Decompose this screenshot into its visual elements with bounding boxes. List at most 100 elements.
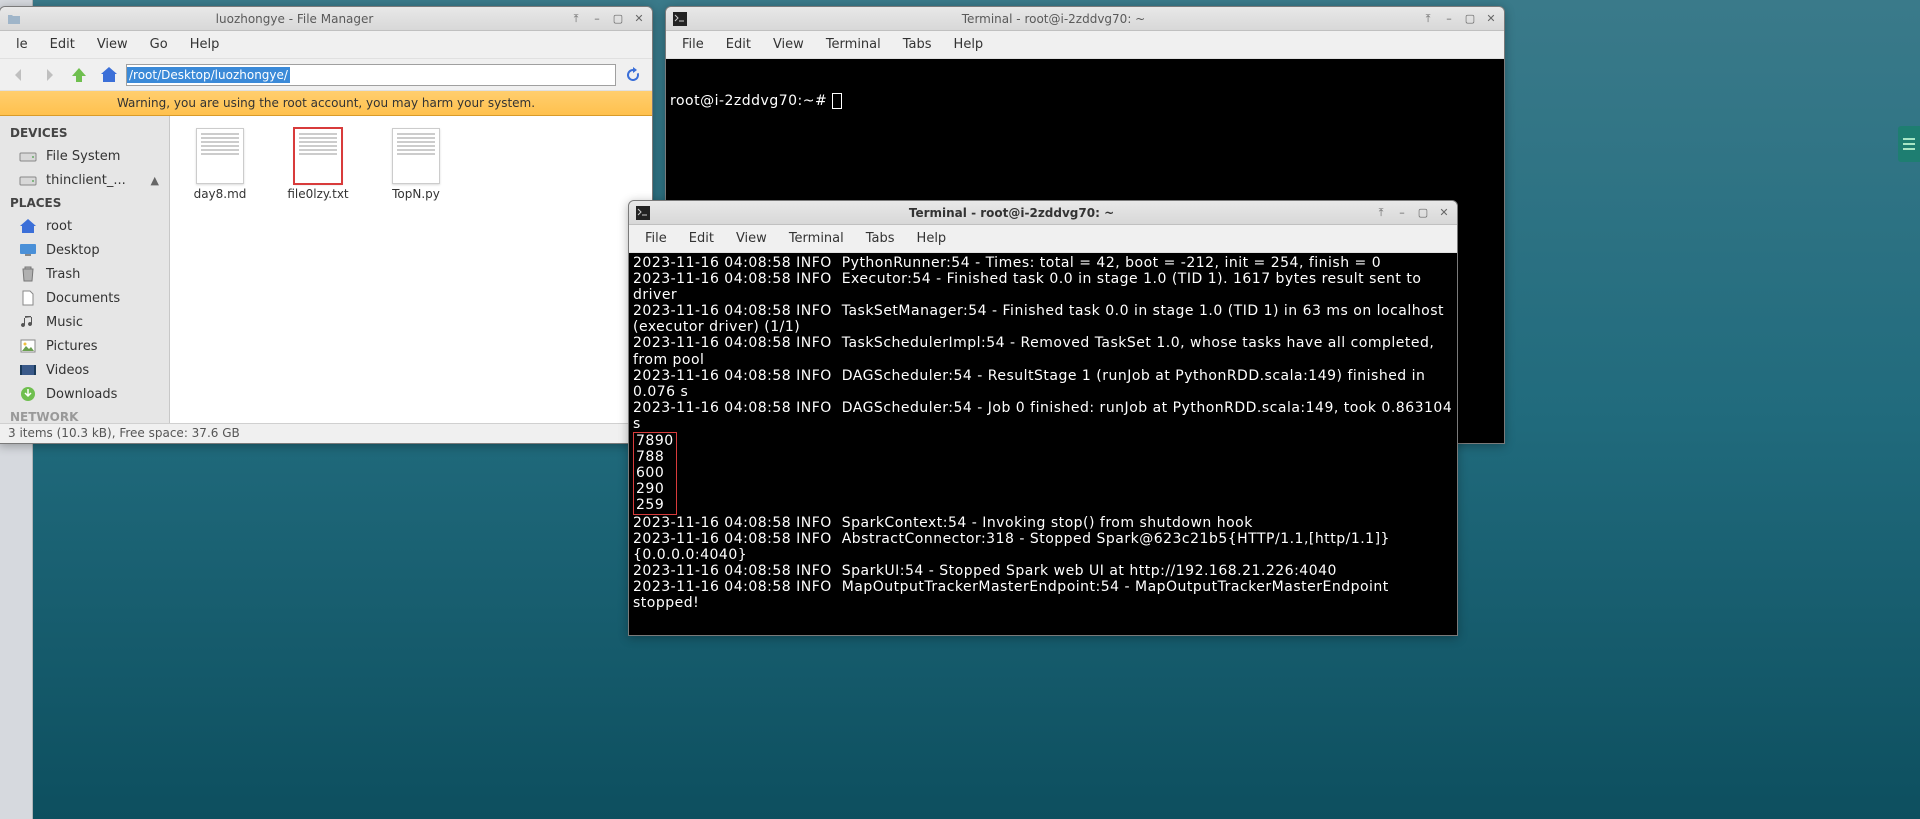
sidebar-item-label: Documents <box>46 291 120 306</box>
menu-help[interactable]: Help <box>944 34 994 55</box>
maximize-button[interactable]: ▢ <box>609 11 627 27</box>
file-manager-content[interactable]: day8.md file0lzy.txt TopN.py <box>170 116 652 423</box>
sidebar-item-downloads[interactable]: Downloads <box>0 382 169 406</box>
menu-file[interactable]: File <box>635 228 677 249</box>
music-icon <box>18 313 38 331</box>
pictures-icon <box>18 337 38 355</box>
menu-go[interactable]: Go <box>140 34 178 55</box>
file-manager-titlebar[interactable]: luozhongye - File Manager ⤒ – ▢ ✕ <box>0 7 652 31</box>
sidebar-item-pictures[interactable]: Pictures <box>0 334 169 358</box>
sidebar-header-places: PLACES <box>0 192 169 214</box>
forward-button[interactable] <box>36 62 62 88</box>
file-manager-navbar: /root/Desktop/luozhongye/ <box>0 59 652 91</box>
terminal-front-content[interactable]: 2023-11-16 04:08:58 INFO PythonRunner:54… <box>629 253 1457 635</box>
file-name: day8.md <box>194 187 247 201</box>
pin-button[interactable]: ⤒ <box>1372 205 1390 221</box>
sidebar-item-trash[interactable]: Trash <box>0 262 169 286</box>
file-item-day8[interactable]: day8.md <box>182 128 258 201</box>
menu-tabs[interactable]: Tabs <box>856 228 905 249</box>
video-icon <box>18 361 38 379</box>
sidebar-item-label: Videos <box>46 363 89 378</box>
back-button[interactable] <box>6 62 32 88</box>
file-item-file0lzy[interactable]: file0lzy.txt <box>280 128 356 201</box>
terminal-output-after: 2023-11-16 04:08:58 INFO SparkContext:54… <box>633 515 1394 611</box>
sidebar-item-root[interactable]: root <box>0 214 169 238</box>
file-manager-menubar: le Edit View Go Help <box>0 31 652 59</box>
sidebar-item-label: Pictures <box>46 339 97 354</box>
cursor-icon <box>832 93 842 109</box>
terminal-prompt: root@i-2zddvg70:~# <box>670 93 832 109</box>
pin-button[interactable]: ⤒ <box>567 11 585 27</box>
menu-edit[interactable]: Edit <box>716 34 761 55</box>
menu-help[interactable]: Help <box>180 34 230 55</box>
sidebar-item-videos[interactable]: Videos <box>0 358 169 382</box>
reload-button[interactable] <box>620 62 646 88</box>
file-name: TopN.py <box>392 187 440 201</box>
sidebar-item-thinclient[interactable]: thinclient_... ▲ <box>0 168 169 192</box>
root-warning-banner: Warning, you are using the root account,… <box>0 91 652 116</box>
terminal-front-menubar: File Edit View Terminal Tabs Help <box>629 225 1457 253</box>
terminal-front-title: Terminal - root@i-2zddvg70: ~ <box>655 206 1368 220</box>
close-button[interactable]: ✕ <box>1435 205 1453 221</box>
sidebar-header-devices: DEVICES <box>0 122 169 144</box>
file-manager-window: luozhongye - File Manager ⤒ – ▢ ✕ le Edi… <box>0 6 653 444</box>
eject-icon[interactable]: ▲ <box>151 174 159 187</box>
menu-file[interactable]: le <box>6 34 38 55</box>
minimize-button[interactable]: – <box>1440 11 1458 27</box>
sidebar-item-label: File System <box>46 149 120 164</box>
file-manager-sidebar: DEVICES File System thinclient_... ▲ PLAC… <box>0 116 170 423</box>
file-manager-statusbar: 3 items (10.3 kB), Free space: 37.6 GB <box>0 423 652 443</box>
file-thumb-icon <box>392 128 440 184</box>
minimize-button[interactable]: – <box>588 11 606 27</box>
home-button[interactable] <box>96 62 122 88</box>
menu-file[interactable]: File <box>672 34 714 55</box>
sidebar-item-label: Music <box>46 315 83 330</box>
terminal-output-before: 2023-11-16 04:08:58 INFO PythonRunner:54… <box>633 255 1457 432</box>
document-icon <box>18 289 38 307</box>
sidebar-item-label: root <box>46 219 72 234</box>
folder-icon <box>6 11 22 27</box>
terminal-front-window: Terminal - root@i-2zddvg70: ~ ⤒ – ▢ ✕ Fi… <box>628 200 1458 636</box>
home-icon <box>18 217 38 235</box>
file-item-topn[interactable]: TopN.py <box>378 128 454 201</box>
sidebar-item-desktop[interactable]: Desktop <box>0 238 169 262</box>
terminal-front-titlebar[interactable]: Terminal - root@i-2zddvg70: ~ ⤒ – ▢ ✕ <box>629 201 1457 225</box>
drive-icon <box>18 147 38 165</box>
terminal-icon <box>635 205 651 221</box>
sidebar-item-filesystem[interactable]: File System <box>0 144 169 168</box>
close-button[interactable]: ✕ <box>1482 11 1500 27</box>
pin-button[interactable]: ⤒ <box>1419 11 1437 27</box>
menu-terminal[interactable]: Terminal <box>816 34 891 55</box>
menu-view[interactable]: View <box>763 34 814 55</box>
desktop-icon <box>18 241 38 259</box>
file-thumb-icon <box>196 128 244 184</box>
sidebar-header-network: NETWORK <box>0 406 169 423</box>
file-thumb-icon <box>294 128 342 184</box>
menu-terminal[interactable]: Terminal <box>779 228 854 249</box>
menu-edit[interactable]: Edit <box>40 34 85 55</box>
menu-view[interactable]: View <box>726 228 777 249</box>
download-icon <box>18 385 38 403</box>
path-text: /root/Desktop/luozhongye/ <box>127 67 290 83</box>
sidebar-item-label: thinclient_... <box>46 173 126 188</box>
file-name: file0lzy.txt <box>287 187 348 201</box>
path-input[interactable]: /root/Desktop/luozhongye/ <box>126 64 616 86</box>
desktop-right-tab[interactable] <box>1898 126 1920 162</box>
sidebar-item-music[interactable]: Music <box>0 310 169 334</box>
menu-tabs[interactable]: Tabs <box>893 34 942 55</box>
sidebar-item-documents[interactable]: Documents <box>0 286 169 310</box>
drive-icon <box>18 171 38 189</box>
menu-help[interactable]: Help <box>907 228 957 249</box>
menu-view[interactable]: View <box>87 34 138 55</box>
maximize-button[interactable]: ▢ <box>1414 205 1432 221</box>
maximize-button[interactable]: ▢ <box>1461 11 1479 27</box>
minimize-button[interactable]: – <box>1393 205 1411 221</box>
file-manager-title: luozhongye - File Manager <box>26 12 563 26</box>
up-button[interactable] <box>66 62 92 88</box>
terminal-back-titlebar[interactable]: Terminal - root@i-2zddvg70: ~ ⤒ – ▢ ✕ <box>666 7 1504 31</box>
terminal-back-menubar: File Edit View Terminal Tabs Help <box>666 31 1504 59</box>
trash-icon <box>18 265 38 283</box>
close-button[interactable]: ✕ <box>630 11 648 27</box>
menu-edit[interactable]: Edit <box>679 228 724 249</box>
sidebar-item-label: Downloads <box>46 387 117 402</box>
